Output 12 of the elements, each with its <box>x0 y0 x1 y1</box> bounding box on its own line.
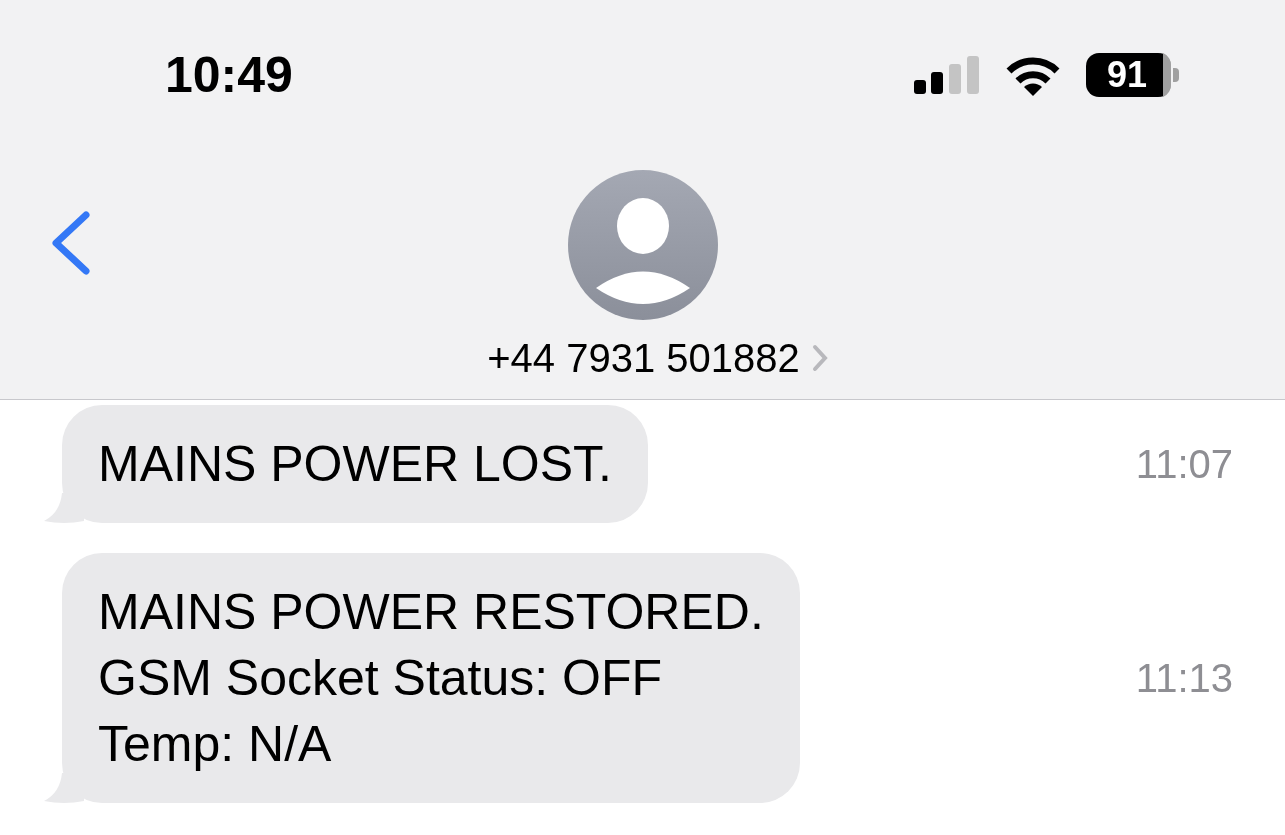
status-time: 10:49 <box>165 45 293 105</box>
battery-level: 91 <box>1106 57 1147 93</box>
avatar-icon[interactable] <box>567 170 718 320</box>
message-time: 11:13 <box>1135 655 1233 702</box>
signal-icon <box>914 56 980 94</box>
contact-name[interactable]: +44 7931 501882 <box>487 328 828 388</box>
message-time: 11:07 <box>1135 441 1233 488</box>
message-bubble: MAINS POWER LOST. <box>62 405 648 523</box>
message-bubble: MAINS POWER RESTORED. GSM Socket Status: OFF Temp: N/A <box>62 553 800 803</box>
chevron-icon <box>811 344 828 372</box>
back-icon[interactable] <box>50 210 92 276</box>
battery-icon <box>1086 53 1180 97</box>
